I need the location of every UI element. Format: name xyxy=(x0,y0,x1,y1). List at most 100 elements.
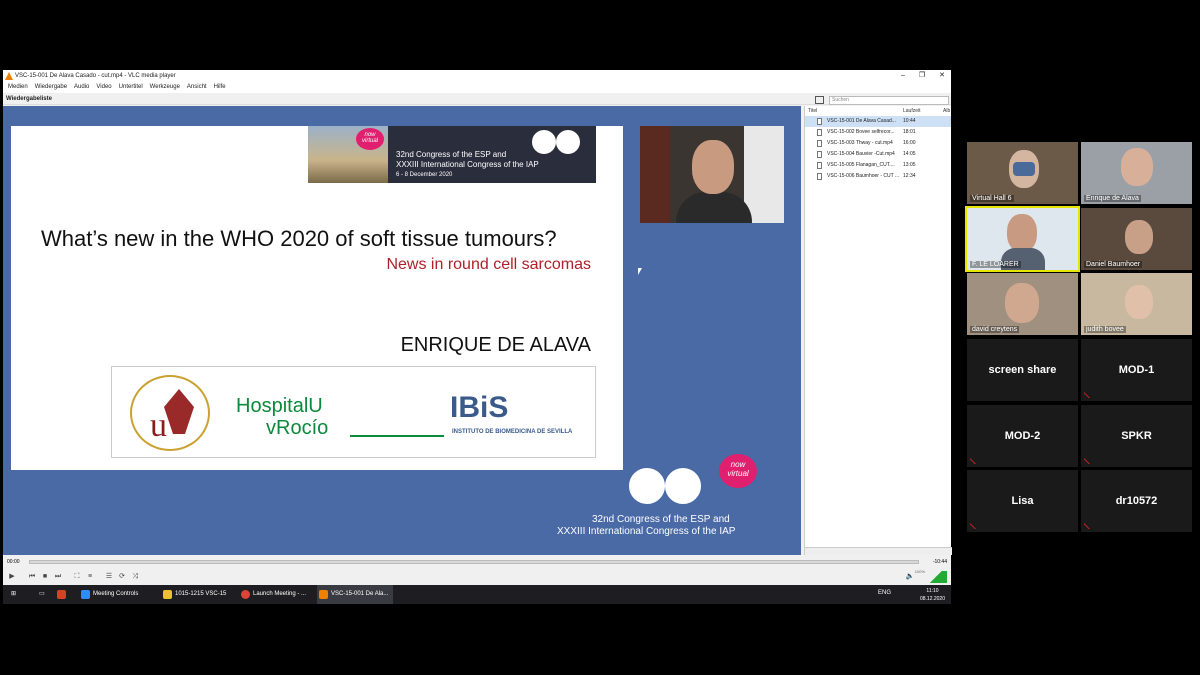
participant-name: screen share xyxy=(988,364,1057,376)
participant-name: Lisa xyxy=(1011,495,1034,507)
participant-tile-audio[interactable]: Lisa xyxy=(967,470,1078,532)
next-icon[interactable]: ⏭ xyxy=(53,572,63,582)
shuffle-icon[interactable]: ⤨ xyxy=(130,572,140,582)
menu-ansicht[interactable]: Ansicht xyxy=(187,82,207,93)
participant-name: MOD-1 xyxy=(1118,364,1155,376)
col-title[interactable]: Titel xyxy=(805,106,903,116)
now-virtual-badge: now virtual xyxy=(719,454,757,488)
playlist-item[interactable]: VSC-15-001 De Alava Casad... 10:44 xyxy=(805,116,951,127)
menubar: Medien Wiedergabe Audio Video Untertitel… xyxy=(3,82,951,93)
volume-slider[interactable] xyxy=(925,571,947,583)
participant-tile[interactable]: Daniel Baumhoer xyxy=(1081,208,1192,270)
participant-tile-audio[interactable]: SPKR xyxy=(1081,405,1192,467)
menu-video[interactable]: Video xyxy=(96,82,111,93)
participant-tile[interactable]: Enrique de Alava xyxy=(1081,142,1192,204)
presentation-slide: now virtual 32nd Congress of the ESP and… xyxy=(11,126,623,470)
hospital-logo-line2: vRocío xyxy=(266,417,329,439)
playlist-view-icon[interactable] xyxy=(815,96,824,104)
banner-line1: 32nd Congress of the ESP and xyxy=(396,150,507,159)
iap-logo-icon xyxy=(556,130,580,154)
stop-icon[interactable]: ■ xyxy=(40,572,50,582)
chrome-icon xyxy=(241,590,250,599)
clock-time: 11:10 xyxy=(926,588,939,594)
file-icon xyxy=(817,162,822,169)
playlist-search-input[interactable]: Suchen xyxy=(829,96,949,105)
file-icon xyxy=(817,173,822,180)
extended-settings-icon[interactable]: ≡ xyxy=(85,572,95,582)
vlc-window: VSC-15-001 De Alava Casado - cut.mp4 - V… xyxy=(3,70,952,604)
taskbar-meeting-controls[interactable]: Meeting Controls xyxy=(79,585,159,604)
participant-tile-audio[interactable]: dr10572 xyxy=(1081,470,1192,532)
iap-logo-icon xyxy=(665,468,701,504)
participant-name: F. LE LOARER xyxy=(970,261,1021,268)
video-area[interactable]: now virtual 32nd Congress of the ESP and… xyxy=(3,106,801,555)
volume-label: 100% xyxy=(914,569,925,574)
participant-tile-audio[interactable]: MOD-1 xyxy=(1081,339,1192,401)
banner-dates: 6 - 8 December 2020 xyxy=(396,172,453,178)
bottom-congress-line1: 32nd Congress of the ESP and xyxy=(592,514,730,525)
col-album[interactable]: Alb xyxy=(943,106,950,116)
participant-tile[interactable]: david creytens xyxy=(967,273,1078,335)
play-icon[interactable]: ▶ xyxy=(7,572,17,582)
participant-tile[interactable]: Virtual Hall 6 xyxy=(967,142,1078,204)
loop-icon[interactable]: ⟳ xyxy=(117,572,127,582)
taskbar-chrome[interactable]: Launch Meeting - ... xyxy=(239,585,315,604)
menu-audio[interactable]: Audio xyxy=(74,82,89,93)
participant-tile[interactable]: judith bovee xyxy=(1081,273,1192,335)
windows-start-icon[interactable]: ⊞ xyxy=(3,585,16,604)
file-icon xyxy=(817,151,822,158)
playlist-toggle-icon[interactable]: ☰ xyxy=(104,572,114,582)
zoom-icon xyxy=(81,590,90,599)
esp-logo-icon xyxy=(629,468,665,504)
task-view-icon[interactable]: ▭ xyxy=(33,585,45,604)
playlist-item[interactable]: VSC-15-006 Baumhoer - CUT ... 12:34 xyxy=(805,171,951,182)
seek-area: 00:00 -10:44 xyxy=(3,555,951,569)
menu-untertitel[interactable]: Untertitel xyxy=(119,82,143,93)
slide-subtitle: News in round cell sarcomas xyxy=(386,256,591,273)
maximize-icon[interactable]: ❐ xyxy=(919,70,925,82)
seek-slider[interactable] xyxy=(29,560,919,564)
previous-icon[interactable]: ⏮ xyxy=(27,572,37,582)
universidad-sevilla-logo: u xyxy=(130,375,210,451)
institution-logos: u HospitalU vRocío IBiS INSTITUTO DE BIO… xyxy=(111,366,596,458)
menu-werkzeuge[interactable]: Werkzeuge xyxy=(150,82,180,93)
participant-tile-audio[interactable]: screen share xyxy=(967,339,1078,401)
congress-banner: now virtual 32nd Congress of the ESP and… xyxy=(308,126,596,183)
participant-name: SPKR xyxy=(1121,430,1152,442)
menu-wiedergabe[interactable]: Wiedergabe xyxy=(35,82,67,93)
playlist-scrollbar[interactable] xyxy=(805,547,952,555)
file-icon xyxy=(817,118,822,125)
file-icon xyxy=(817,140,822,147)
crest-icon xyxy=(164,389,194,434)
vlc-cone-icon xyxy=(5,72,13,80)
participant-tile-audio[interactable]: MOD-2 xyxy=(967,405,1078,467)
vlc-cone-icon xyxy=(319,590,328,599)
playlist-item[interactable]: VSC-15-004 Bauvier -Cut.mp4 14:05 xyxy=(805,149,951,160)
tray-lang[interactable]: ENG xyxy=(878,590,891,596)
clock[interactable]: 11:10 08.12.2020 xyxy=(920,585,945,603)
now-virtual-badge: now virtual xyxy=(356,128,384,150)
bottom-congress-line2: XXXIII International Congress of the IAP xyxy=(557,526,736,537)
menu-medien[interactable]: Medien xyxy=(8,82,28,93)
powerpoint-icon[interactable] xyxy=(55,585,66,604)
minimize-icon[interactable]: – xyxy=(901,70,905,82)
close-icon[interactable]: ✕ xyxy=(939,70,945,82)
folder-icon xyxy=(163,590,172,599)
speaker-body xyxy=(676,192,752,223)
mouse-cursor-icon xyxy=(638,268,642,275)
speaker-icon[interactable]: 🔈 xyxy=(905,572,915,582)
fullscreen-icon[interactable]: ⛶ xyxy=(72,572,82,582)
playlist-panel: Suchen Titel Laufzeit Alb VSC-15-001 De … xyxy=(804,96,952,555)
playlist-item[interactable]: VSC-15-003 Thway - cut.mp4 16:00 xyxy=(805,138,951,149)
participant-tile-active[interactable]: F. LE LOARER xyxy=(965,206,1080,272)
file-icon xyxy=(817,129,822,136)
col-duration[interactable]: Laufzeit xyxy=(903,106,943,116)
taskbar-vlc[interactable]: VSC-15-001 De Ala... xyxy=(317,585,393,604)
playlist-columns: Titel Laufzeit Alb xyxy=(805,106,951,116)
playlist-item[interactable]: VSC-15-002 Bovee selfrecor... 18:01 xyxy=(805,127,951,138)
playlist-item[interactable]: VSC-15-005 Flanagan_CUT.... 13:05 xyxy=(805,160,951,171)
ibis-logo: IBiS xyxy=(450,391,509,424)
menu-hilfe[interactable]: Hilfe xyxy=(214,82,226,93)
taskbar-folder[interactable]: 1015-1215 VSC-15 xyxy=(161,585,237,604)
banner-line2: XXXIII International Congress of the IAP xyxy=(396,160,539,169)
